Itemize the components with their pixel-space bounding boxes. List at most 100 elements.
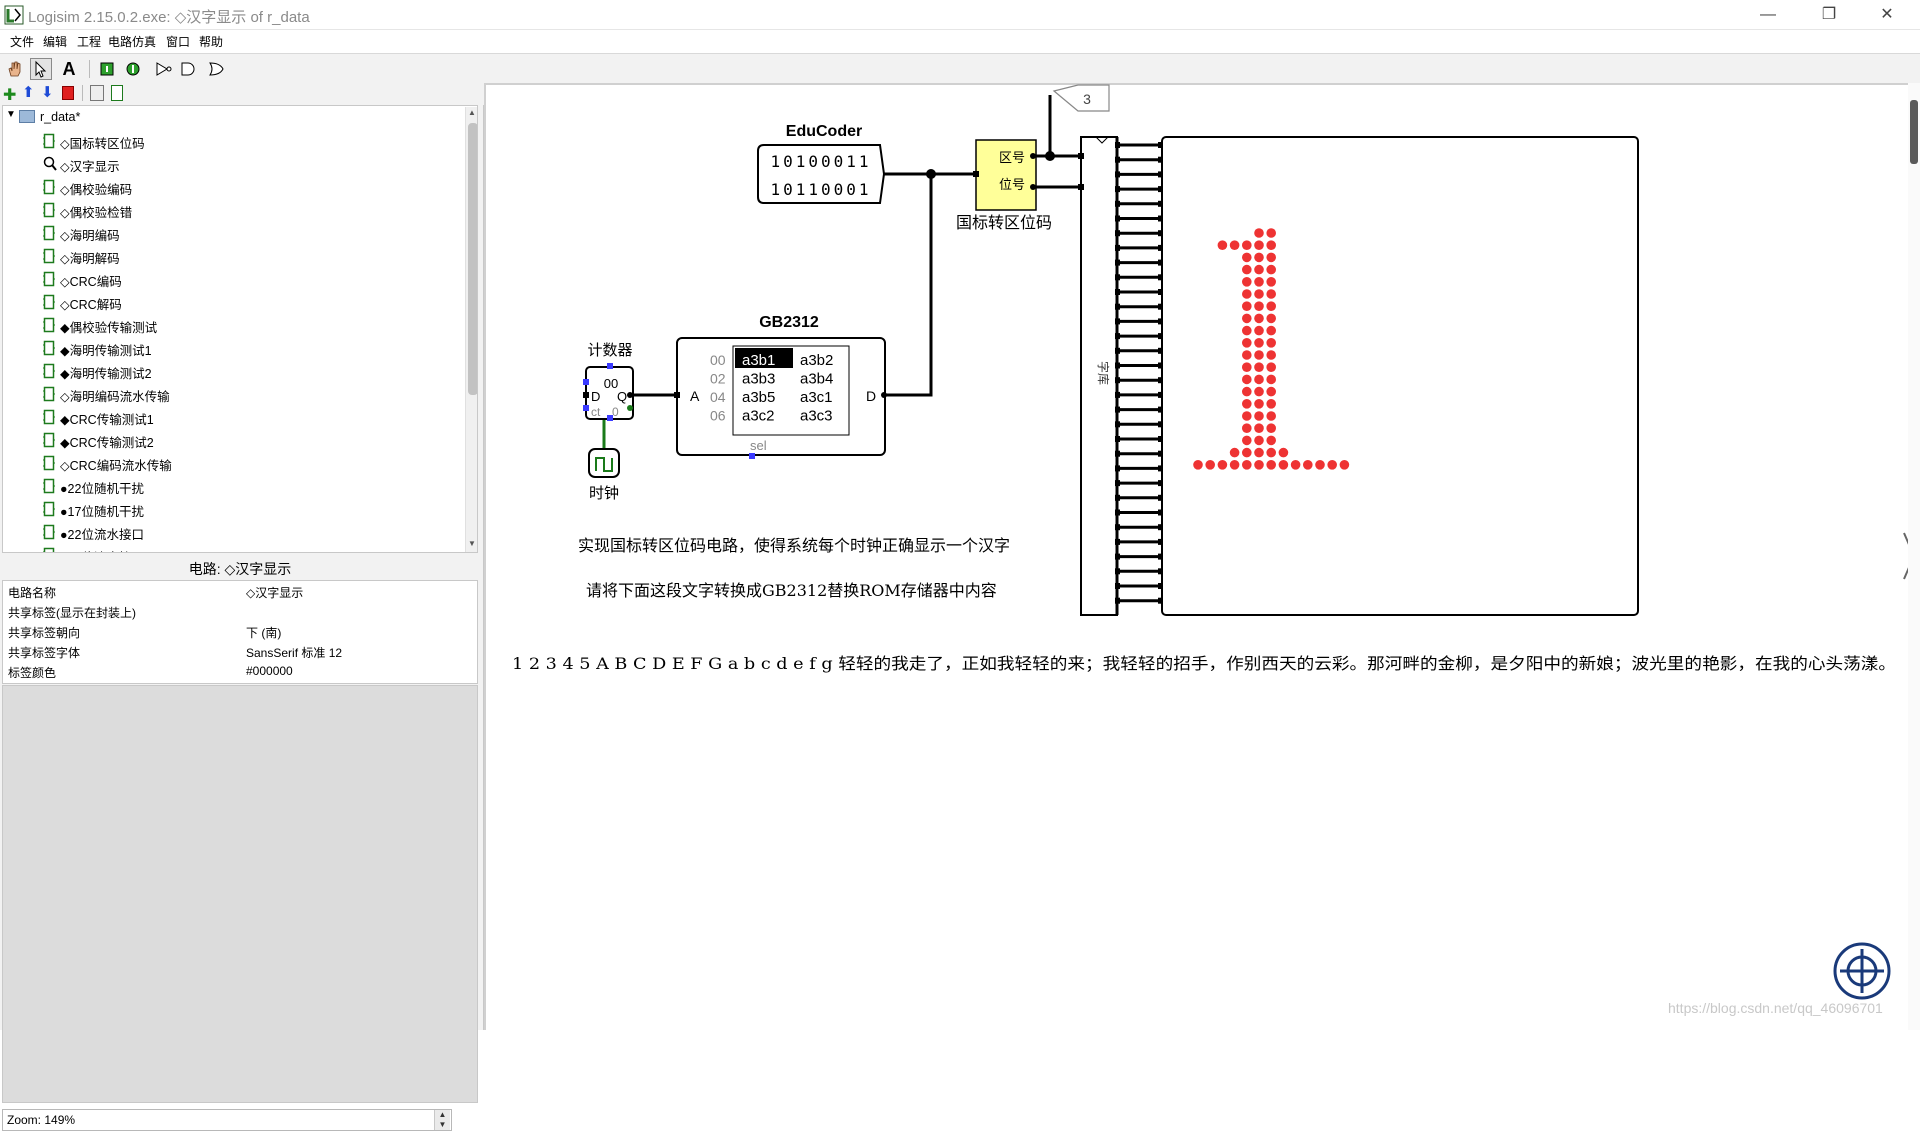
rom-cell: a3c2 xyxy=(742,408,775,425)
bus-pin xyxy=(1115,583,1120,589)
tree-item[interactable]: ◆CRC传输测试2 xyxy=(3,429,463,452)
tree-item[interactable]: ◆海明传输测试2 xyxy=(3,360,463,383)
move-up-icon[interactable]: ⬆ xyxy=(22,83,35,101)
tree-scrollbar[interactable]: ▲ ▼ xyxy=(465,107,477,552)
move-down-icon[interactable]: ⬇ xyxy=(41,83,54,101)
hand-poke-icon[interactable] xyxy=(4,58,26,80)
tree-scroll-thumb[interactable] xyxy=(468,123,477,395)
tree-item[interactable]: ◇CRC编码流水传输 xyxy=(3,452,463,475)
scroll-up-icon[interactable]: ▲ xyxy=(468,108,476,117)
tree-item[interactable]: ●22位流水接口 xyxy=(3,521,463,544)
tree-root[interactable]: ▼ r_data* xyxy=(3,107,463,130)
educoder-bits-high: 10100011 xyxy=(770,152,871,171)
circuit-icon xyxy=(43,409,55,425)
menu-file[interactable]: 文件 xyxy=(10,33,34,50)
educoder-constant[interactable]: EduCoder 10100011 10110001 xyxy=(757,123,886,204)
text-tool-icon[interactable]: A xyxy=(58,58,80,80)
attribute-table-title: 电路: ◇汉字显示 xyxy=(188,561,292,577)
menu-simulate[interactable]: 电路仿真 xyxy=(108,33,156,50)
led-dot xyxy=(1266,423,1276,434)
minimize-button[interactable]: — xyxy=(1745,0,1791,30)
tree-item[interactable]: ◇偶校验编码 xyxy=(3,176,463,199)
tree-item[interactable]: ◇海明编码流水传输 xyxy=(3,383,463,406)
menu-window[interactable]: 窗口 xyxy=(166,33,190,50)
attribute-value[interactable]: ◇汉字显示 xyxy=(246,584,303,601)
display-splitter[interactable]: 字库 xyxy=(1078,136,1119,616)
attribute-table: 电路名称 ◇汉字显示 共享标签(显示在封装上) 共享标签朝向 下 (南) 共享标签字体 Sa… xyxy=(2,580,478,684)
tree-item[interactable]: ●22位随机干扰 xyxy=(3,475,463,498)
counter[interactable]: 计数器 00 D Q ct 0 xyxy=(583,341,634,421)
crosshair-target-icon[interactable] xyxy=(1833,942,1891,1000)
tree-item[interactable]: ◇CRC编码 xyxy=(3,268,463,291)
canvas-vertical-scrollbar[interactable] xyxy=(1908,83,1920,1030)
tree-item[interactable]: ◇偶校验检错 xyxy=(3,199,463,222)
bus-pin xyxy=(1115,421,1120,428)
tunnel-3[interactable]: 3 xyxy=(1052,84,1110,112)
tree-root-label: r_data* xyxy=(40,110,81,124)
edit-layout-icon[interactable] xyxy=(90,85,104,101)
tree-item[interactable]: ◆偶校验传输测试 xyxy=(3,314,463,337)
attribute-row[interactable]: 共享标签朝向 下 (南) xyxy=(3,621,477,641)
add-circuit-icon[interactable]: ✚ xyxy=(3,85,16,105)
and-gate-icon[interactable] xyxy=(177,58,199,80)
scroll-down-icon[interactable]: ▼ xyxy=(468,539,476,548)
attribute-value[interactable]: 下 (南) xyxy=(246,624,281,641)
led-dot xyxy=(1193,460,1203,470)
rom-cell: a3b4 xyxy=(800,371,833,388)
converter-pin-wei: 位号 xyxy=(999,178,1025,193)
attribute-row[interactable]: 标签颜色 #000000 xyxy=(3,661,477,681)
tree-item[interactable]: ●17位随机干扰 xyxy=(3,498,463,521)
not-gate-icon[interactable] xyxy=(152,58,174,80)
chevron-right-icon[interactable] xyxy=(1903,532,1908,580)
input-pin-icon[interactable] xyxy=(96,58,118,80)
bus-pin xyxy=(1115,215,1120,222)
led-dot xyxy=(1266,399,1276,409)
attribute-value[interactable]: #000000 xyxy=(246,664,293,678)
attribute-value[interactable]: SansSerif 标准 12 xyxy=(246,644,342,661)
circuit-drawing: 3 EduCoder 10100011 10110001 区号 位号 国标转区位… xyxy=(512,84,1908,1000)
bus-pin xyxy=(1115,156,1120,163)
led-dot xyxy=(1242,240,1252,250)
tree-item-label: ◇CRC编码 xyxy=(60,275,122,289)
led-matrix-display[interactable] xyxy=(1161,136,1639,616)
delete-circuit-icon[interactable] xyxy=(62,86,74,100)
led-dot xyxy=(1254,264,1264,275)
tree-item[interactable]: ◇汉字显示 xyxy=(3,153,463,176)
select-arrow-icon[interactable] xyxy=(30,58,52,80)
tree-item[interactable]: ●16位流水接口 xyxy=(3,544,463,552)
close-button[interactable]: ✕ xyxy=(1864,0,1910,30)
tree-item[interactable]: ◇海明编码 xyxy=(3,222,463,245)
tree-item[interactable]: ◇海明解码 xyxy=(3,245,463,268)
tree-item[interactable]: ◇CRC解码 xyxy=(3,291,463,314)
bus-pin xyxy=(1115,303,1120,310)
or-gate-icon[interactable] xyxy=(205,58,227,80)
expand-arrow-icon[interactable]: ▼ xyxy=(6,109,16,120)
attribute-row[interactable]: 共享标签(显示在封装上) xyxy=(3,601,477,621)
gb2312-rom[interactable]: GB2312 A D sel xyxy=(674,314,887,459)
circuit-icon xyxy=(43,340,55,356)
rom-cell: a3b2 xyxy=(800,352,833,369)
led-dot xyxy=(1254,447,1264,458)
tree-item[interactable]: ◆CRC传输测试1 xyxy=(3,406,463,429)
clock[interactable]: 时钟 xyxy=(588,448,620,502)
clock-label: 时钟 xyxy=(589,484,619,502)
zoom-field[interactable]: Zoom: 149% xyxy=(2,1109,452,1131)
rom-address: 04 xyxy=(710,389,726,405)
edit-appearance-icon[interactable] xyxy=(111,85,123,101)
output-pin-icon[interactable] xyxy=(122,58,144,80)
maximize-button[interactable]: ❐ xyxy=(1806,0,1852,30)
zoom-spinner[interactable]: ▲ ▼ xyxy=(434,1110,450,1130)
bus-pin xyxy=(1115,200,1120,207)
tree-item[interactable]: ◇国标转区位码 xyxy=(3,130,463,153)
bus-pin xyxy=(1115,289,1120,295)
rom-cell: a3b1 xyxy=(742,352,775,369)
display-vertical-label: 字库 xyxy=(1096,361,1111,385)
bus-pin xyxy=(1115,494,1120,501)
menu-project[interactable]: 工程 xyxy=(77,33,101,50)
canvas-scroll-thumb[interactable] xyxy=(1910,100,1918,164)
attribute-row[interactable]: 电路名称 ◇汉字显示 xyxy=(3,581,477,601)
tree-item[interactable]: ◆海明传输测试1 xyxy=(3,337,463,360)
menu-help[interactable]: 帮助 xyxy=(199,33,223,50)
attribute-row[interactable]: 共享标签字体 SansSerif 标准 12 xyxy=(3,641,477,661)
menu-edit[interactable]: 编辑 xyxy=(43,33,67,50)
